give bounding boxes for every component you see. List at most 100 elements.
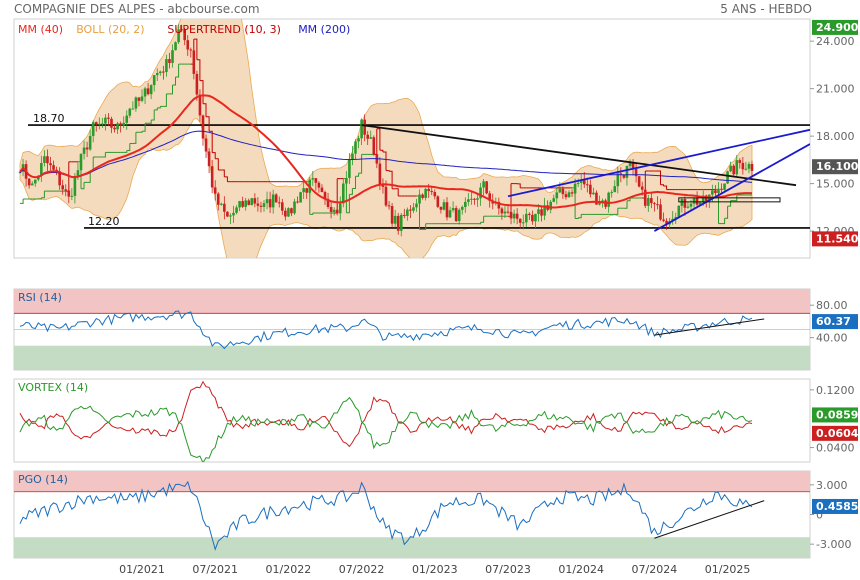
- candle-body: [369, 137, 373, 139]
- candle-body: [186, 40, 190, 50]
- price-tag: 16.100: [816, 160, 859, 173]
- candle-body: [284, 210, 287, 217]
- candle-body: [232, 212, 235, 216]
- candle-body: [146, 88, 150, 95]
- pgo-oversold-zone: [14, 537, 810, 558]
- candle-body: [525, 213, 528, 223]
- candle-body: [406, 209, 409, 216]
- candle-body: [683, 199, 687, 208]
- candle-body: [256, 203, 260, 206]
- candle-body: [567, 192, 571, 198]
- candle-body: [335, 209, 339, 214]
- candle-body: [366, 134, 369, 139]
- candle-body: [720, 188, 723, 190]
- candle-body: [653, 203, 656, 205]
- candle-body: [107, 117, 110, 119]
- candle-body: [33, 179, 37, 184]
- candle-body: [168, 59, 171, 63]
- candle-body: [207, 151, 211, 167]
- candle-body: [201, 115, 205, 139]
- candle-body: [134, 97, 138, 109]
- candle-body: [445, 202, 449, 218]
- candle-body: [573, 183, 577, 194]
- candle-body: [348, 159, 351, 178]
- candle-body: [470, 198, 473, 200]
- candle-body: [277, 202, 281, 204]
- pgo-value: 0.4585: [816, 500, 858, 513]
- candle-body: [589, 184, 592, 195]
- candle-body: [387, 205, 391, 207]
- candle-body: [662, 219, 665, 221]
- candle-body: [125, 115, 129, 123]
- ytick-label: 0.1200: [816, 384, 855, 397]
- candle-body: [137, 97, 141, 101]
- candle-body: [140, 96, 144, 101]
- candle-body: [299, 192, 302, 203]
- xtick-label: 07/2022: [339, 563, 385, 576]
- xtick-label: 01/2021: [119, 563, 165, 576]
- candle-body: [460, 206, 464, 210]
- candle-body: [686, 206, 690, 208]
- candle: [287, 207, 290, 218]
- candle-body: [540, 209, 543, 216]
- candle-body: [296, 201, 299, 203]
- candle-body: [70, 195, 74, 197]
- rsi-value: 60.37: [816, 315, 851, 328]
- candle-body: [607, 192, 610, 207]
- pgo-overbought-zone: [14, 471, 810, 492]
- xtick-label: 07/2024: [632, 563, 678, 576]
- candle-body: [345, 177, 348, 184]
- candle-body: [305, 188, 308, 193]
- candle-body: [128, 108, 132, 116]
- candle: [274, 193, 278, 203]
- candle-body: [332, 209, 336, 212]
- candle-body: [192, 50, 196, 74]
- candle-body: [113, 127, 116, 130]
- xtick-label: 01/2023: [412, 563, 458, 576]
- candle-body: [467, 199, 470, 202]
- candle-body: [521, 222, 525, 224]
- candle-body: [723, 183, 726, 190]
- candle: [372, 135, 376, 156]
- candle-body: [143, 88, 147, 97]
- level-label-1: 18.70: [33, 112, 65, 125]
- candle-body: [311, 178, 315, 180]
- xtick-label: 01/2025: [705, 563, 751, 576]
- candle-body: [152, 75, 156, 86]
- candle-body: [155, 73, 159, 76]
- candle-body: [421, 194, 424, 198]
- candle-body: [692, 197, 696, 204]
- candle-body: [482, 181, 485, 188]
- xtick-label: 01/2024: [558, 563, 604, 576]
- candle-body: [247, 200, 251, 205]
- candle-body: [281, 202, 284, 211]
- candle-body: [317, 182, 321, 188]
- candle-body: [570, 192, 574, 194]
- candle-body: [290, 208, 293, 214]
- candle-body: [744, 168, 748, 170]
- candle-body: [576, 182, 580, 184]
- candle-body: [363, 119, 366, 135]
- candle-body: [119, 123, 122, 126]
- candle-body: [351, 153, 354, 160]
- candle: [485, 181, 488, 195]
- candle-body: [293, 201, 296, 214]
- candle-body: [616, 173, 620, 187]
- candle-body: [235, 207, 238, 213]
- candle: [643, 189, 647, 209]
- candle: [299, 191, 302, 203]
- candle-body: [390, 206, 394, 224]
- candle-body: [116, 123, 119, 130]
- ytick-label: 0.0400: [816, 442, 855, 455]
- candle-body: [473, 198, 476, 200]
- legend-mm40: MM (40): [18, 23, 63, 36]
- candle-body: [171, 50, 174, 63]
- candle-body: [424, 188, 427, 198]
- candle-body: [528, 213, 531, 215]
- candle-body: [518, 218, 522, 223]
- xtick-label: 07/2021: [192, 563, 238, 576]
- candle-body: [30, 183, 34, 186]
- candle-body: [259, 205, 263, 207]
- xtick-label: 01/2022: [266, 563, 312, 576]
- ytick-label: 18.000: [816, 130, 855, 143]
